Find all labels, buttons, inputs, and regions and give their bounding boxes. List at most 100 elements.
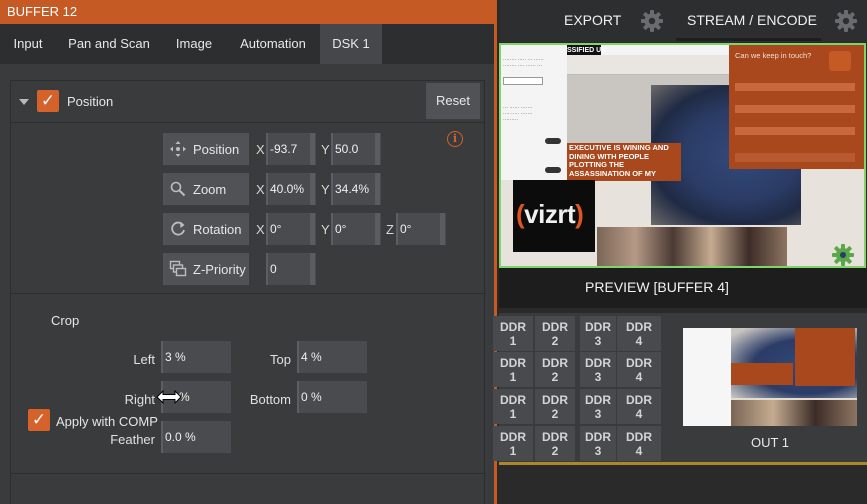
position-checkbox[interactable]: ✓	[37, 90, 59, 112]
tab-dsk-1[interactable]: DSK 1	[320, 24, 382, 64]
stream-encode-button[interactable]: STREAM / ENCODE	[687, 12, 817, 28]
logo-text: vizrt	[524, 199, 576, 229]
rotation-row-label: Rotation	[193, 221, 242, 237]
move-icon	[170, 141, 186, 157]
export-button[interactable]: EXPORT	[564, 12, 621, 28]
export-gear-icon[interactable]	[640, 9, 664, 33]
position-section-header: ✓ Position Reset	[11, 81, 484, 123]
ddr-button[interactable]: DDR 4	[617, 352, 661, 387]
ddr-button[interactable]: DDR 1	[493, 316, 533, 351]
crop-label: Crop	[51, 313, 80, 328]
preview-label: PREVIEW [BUFFER 4]	[499, 268, 815, 308]
ddr-button[interactable]: DDR 3	[580, 352, 616, 387]
position-section-label: Position	[67, 94, 114, 109]
preview-settings-gear-icon[interactable]	[831, 243, 855, 267]
ddr-button[interactable]: DDR 2	[535, 426, 575, 461]
rotation-z-axis-label: Z	[386, 222, 394, 237]
preview-label-filler	[815, 268, 867, 308]
z-priority-value: 0	[270, 262, 277, 276]
ddr-button[interactable]: DDR 2	[535, 316, 575, 351]
zoom-y-axis-label: Y	[321, 182, 330, 197]
crop-top-value: 4 %	[301, 350, 322, 364]
vizrt-logo: (vizrt)	[513, 180, 595, 252]
rotation-x-field[interactable]: 0°	[266, 213, 316, 245]
cookie-panel: ········ ····· ··· ······ ········ ···· ·…	[501, 45, 567, 180]
position-y-value: 50.0	[335, 142, 359, 156]
ddr-button[interactable]: DDR 1	[493, 352, 533, 387]
crop-feather-field[interactable]: 0.0 %	[161, 421, 231, 453]
z-priority-button[interactable]: Z-Priority	[163, 253, 249, 285]
tab-pan-and-scan[interactable]: Pan and Scan	[56, 24, 162, 64]
ddr-button[interactable]: DDR 3	[580, 426, 616, 461]
apply-with-comp-checkbox[interactable]: ✓	[28, 409, 50, 431]
ddr-button[interactable]: DDR 1	[493, 389, 533, 424]
tab-image[interactable]: Image	[162, 24, 226, 64]
ddr-button[interactable]: DDR 4	[617, 389, 661, 424]
reset-button[interactable]: Reset	[426, 83, 480, 119]
zoom-button[interactable]: Zoom	[163, 173, 249, 205]
ddr-button[interactable]: DDR 4	[617, 426, 661, 461]
position-row-label: Position	[193, 141, 240, 157]
rotation-y-field[interactable]: 0°	[331, 213, 381, 245]
bus-divider	[499, 462, 867, 465]
z-priority-field[interactable]: 0	[266, 253, 316, 285]
crop-feather-value: 0.0 %	[165, 430, 196, 444]
zoom-y-field[interactable]: 34.4%	[331, 173, 381, 205]
position-x-axis-label: X	[256, 142, 265, 157]
ddr-button[interactable]: DDR 3	[580, 316, 616, 351]
out-1-label: OUT 1	[750, 435, 790, 450]
ddr-button[interactable]: DDR 2	[535, 389, 575, 424]
crop-bottom-label: Bottom	[249, 392, 291, 407]
position-button[interactable]: Position	[163, 133, 249, 165]
collapse-arrow-icon[interactable]	[19, 99, 29, 105]
rotate-icon	[171, 221, 185, 236]
zoom-x-axis-label: X	[256, 182, 265, 197]
popup-title: Can we keep in touch?	[735, 51, 812, 60]
rotation-z-field[interactable]: 0°	[396, 213, 446, 245]
section-divider	[11, 473, 486, 474]
info-icon[interactable]: i	[447, 131, 463, 147]
ddr-button[interactable]: DDR 4	[617, 316, 661, 351]
crop-top-field[interactable]: 4 %	[297, 341, 367, 373]
crop-bottom-value: 0 %	[301, 390, 322, 404]
crop-left-field[interactable]: 3 %	[161, 341, 231, 373]
crop-feather-label: Feather	[110, 432, 155, 447]
resize-cursor-icon	[156, 390, 182, 404]
zoom-icon	[170, 181, 186, 197]
properties-panel: BUFFER 12 Input Pan and Scan Image Autom…	[0, 0, 497, 504]
dsk-settings: ✓ Position Reset i Position X -93.7 Y 50…	[10, 80, 486, 504]
out-1-thumbnail[interactable]	[683, 328, 857, 426]
ddr-button[interactable]: DDR 3	[580, 389, 616, 424]
zoom-x-field[interactable]: 40.0%	[266, 173, 316, 205]
stream-tab-indicator	[676, 38, 821, 41]
layers-icon	[169, 260, 187, 277]
bottom-strip	[499, 466, 867, 504]
apply-with-comp-label: Apply with COMP	[56, 414, 158, 429]
tab-bar: Input Pan and Scan Image Automation DSK …	[0, 24, 494, 64]
position-y-field[interactable]: 50.0	[331, 133, 381, 165]
rotation-y-value: 0°	[335, 222, 347, 236]
ddr-button[interactable]: DDR 2	[535, 352, 575, 387]
preview-monitor[interactable]: ········ ····· ··· ······ ········ ···· ·…	[499, 43, 866, 268]
z-priority-row-label: Z-Priority	[193, 261, 246, 277]
crop-right-label: Right	[124, 392, 155, 407]
position-x-value: -93.7	[270, 142, 298, 156]
ddr-button[interactable]: DDR 1	[493, 426, 533, 461]
rotation-y-axis-label: Y	[321, 222, 330, 237]
zoom-y-value: 34.4%	[335, 182, 370, 196]
rotation-x-axis-label: X	[256, 222, 265, 237]
position-x-field[interactable]: -93.7	[266, 133, 316, 165]
rotation-button[interactable]: Rotation	[163, 213, 249, 245]
tab-input[interactable]: Input	[0, 24, 56, 64]
top-bar: EXPORT STREAM / ENCODE	[500, 0, 867, 42]
newsletter-popup: Can we keep in touch?	[729, 45, 864, 169]
position-y-axis-label: Y	[321, 142, 330, 157]
stream-gear-icon[interactable]	[834, 9, 858, 33]
crop-left-value: 3 %	[165, 350, 186, 364]
crop-bottom-field[interactable]: 0 %	[297, 381, 367, 413]
zoom-row-label: Zoom	[193, 181, 227, 197]
tab-automation[interactable]: Automation	[226, 24, 320, 64]
crop-top-label: Top	[270, 352, 291, 367]
headline-text: EXECUTIVE IS WINING AND DINING WITH PEOP…	[569, 144, 669, 178]
crop-left-label: Left	[133, 352, 155, 367]
